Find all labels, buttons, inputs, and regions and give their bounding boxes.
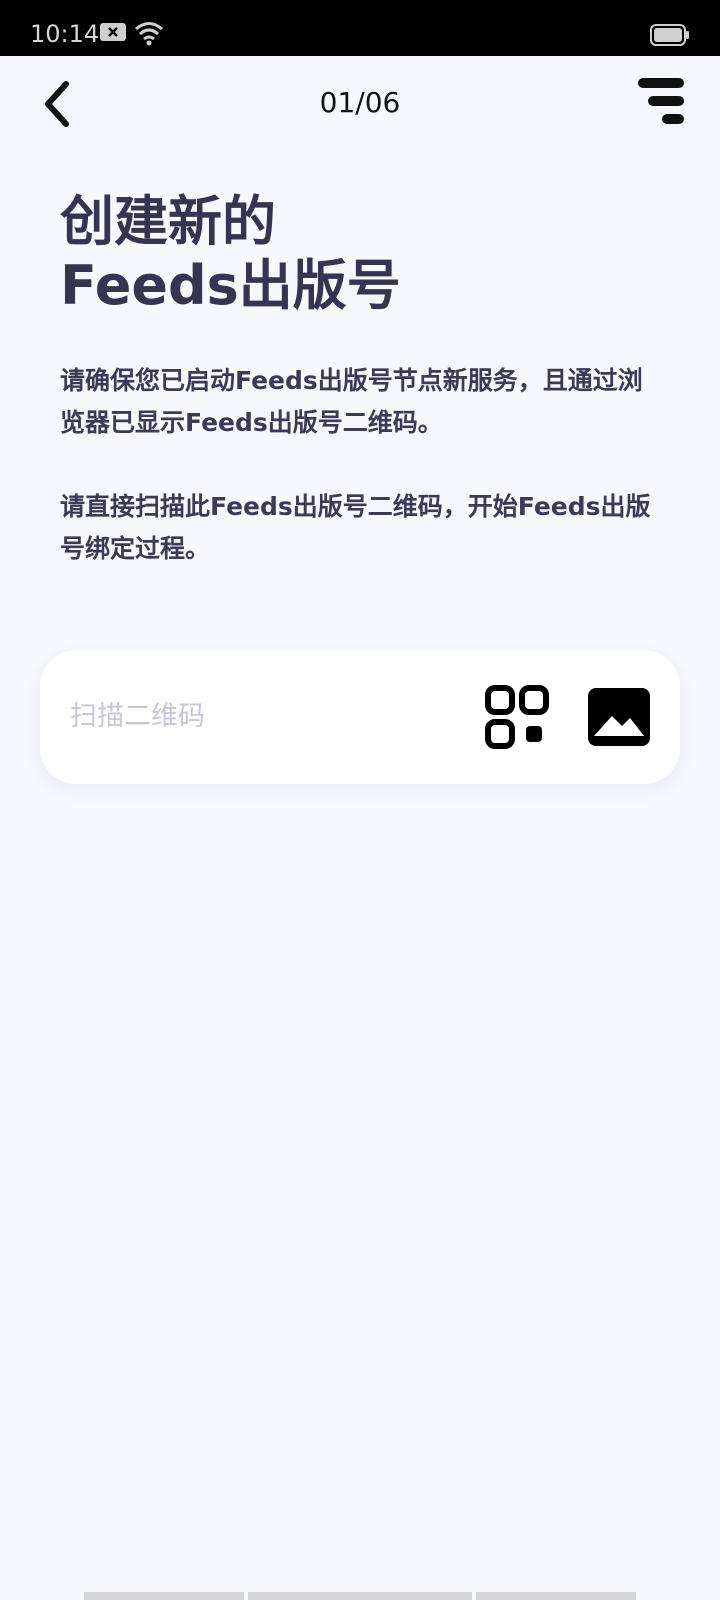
page-title: 创建新的 Feeds出版号 xyxy=(60,190,660,318)
scan-qr-input[interactable] xyxy=(70,694,450,738)
status-bar: 10:14 xyxy=(0,0,720,56)
qr-code-icon xyxy=(485,685,549,749)
page-counter: 01/06 xyxy=(319,86,401,119)
scan-qr-card xyxy=(40,650,680,784)
home-indicator-center xyxy=(248,1592,472,1600)
home-indicator-left xyxy=(84,1592,244,1600)
page-title-line2: Feeds出版号 xyxy=(60,254,401,317)
top-navigation: 01/06 xyxy=(0,56,720,152)
page-title-line1: 创建新的 xyxy=(60,190,276,253)
wifi-icon xyxy=(135,22,163,46)
instruction-paragraph-1: 请确保您已启动Feeds出版号节点新服务，且通过浏览器已显示Feeds出版号二维… xyxy=(60,366,643,437)
scan-qr-button[interactable] xyxy=(484,684,550,750)
menu-lines-icon xyxy=(638,78,684,124)
image-gallery-icon xyxy=(588,688,650,746)
notification-close-icon xyxy=(100,23,126,41)
menu-button[interactable] xyxy=(634,76,690,132)
status-time: 10:14 xyxy=(30,20,100,48)
instruction-paragraph-2: 请直接扫描此Feeds出版号二维码，开始Feeds出版号绑定过程。 xyxy=(60,492,651,563)
battery-icon xyxy=(650,24,689,46)
home-indicator-right xyxy=(476,1592,636,1600)
pick-image-button[interactable] xyxy=(586,686,652,748)
